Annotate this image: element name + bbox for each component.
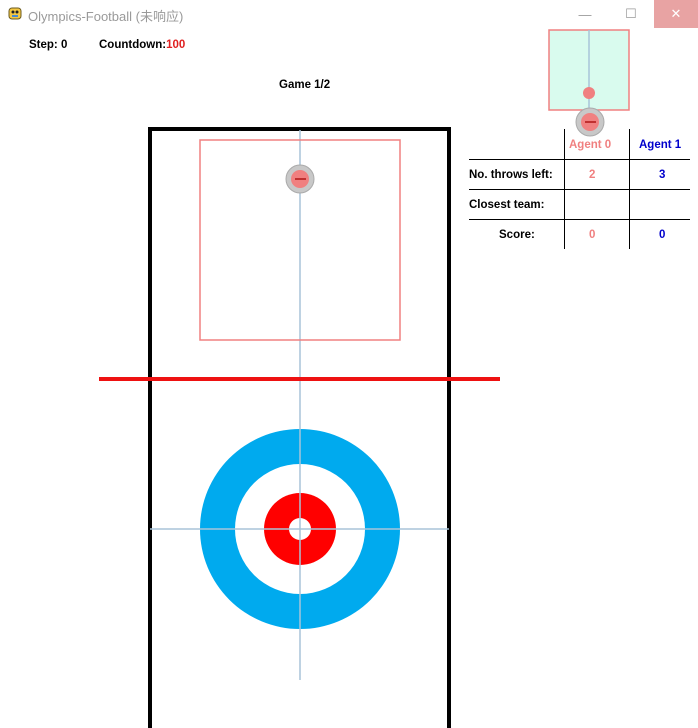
table-divider (629, 129, 630, 249)
table-divider (564, 129, 565, 249)
agent1-header: Agent 1 (639, 139, 682, 151)
row-label-throws: No. throws left: (469, 169, 553, 181)
agent-view-stone (575, 107, 605, 137)
agent0-throws: 2 (589, 169, 596, 181)
row-label-closest: Closest team: (469, 199, 545, 211)
table-divider (469, 219, 690, 220)
agent1-throws: 3 (659, 169, 666, 181)
row-label-score: Score: (499, 229, 535, 241)
agent0-stone (285, 164, 315, 194)
agent0-score: 0 (589, 229, 596, 241)
agent-view-dot (583, 87, 595, 99)
table-divider (469, 189, 690, 190)
agent1-score: 0 (659, 229, 666, 241)
agent0-header: Agent 0 (569, 139, 612, 151)
table-divider (469, 159, 690, 160)
game-canvas (99, 29, 630, 728)
